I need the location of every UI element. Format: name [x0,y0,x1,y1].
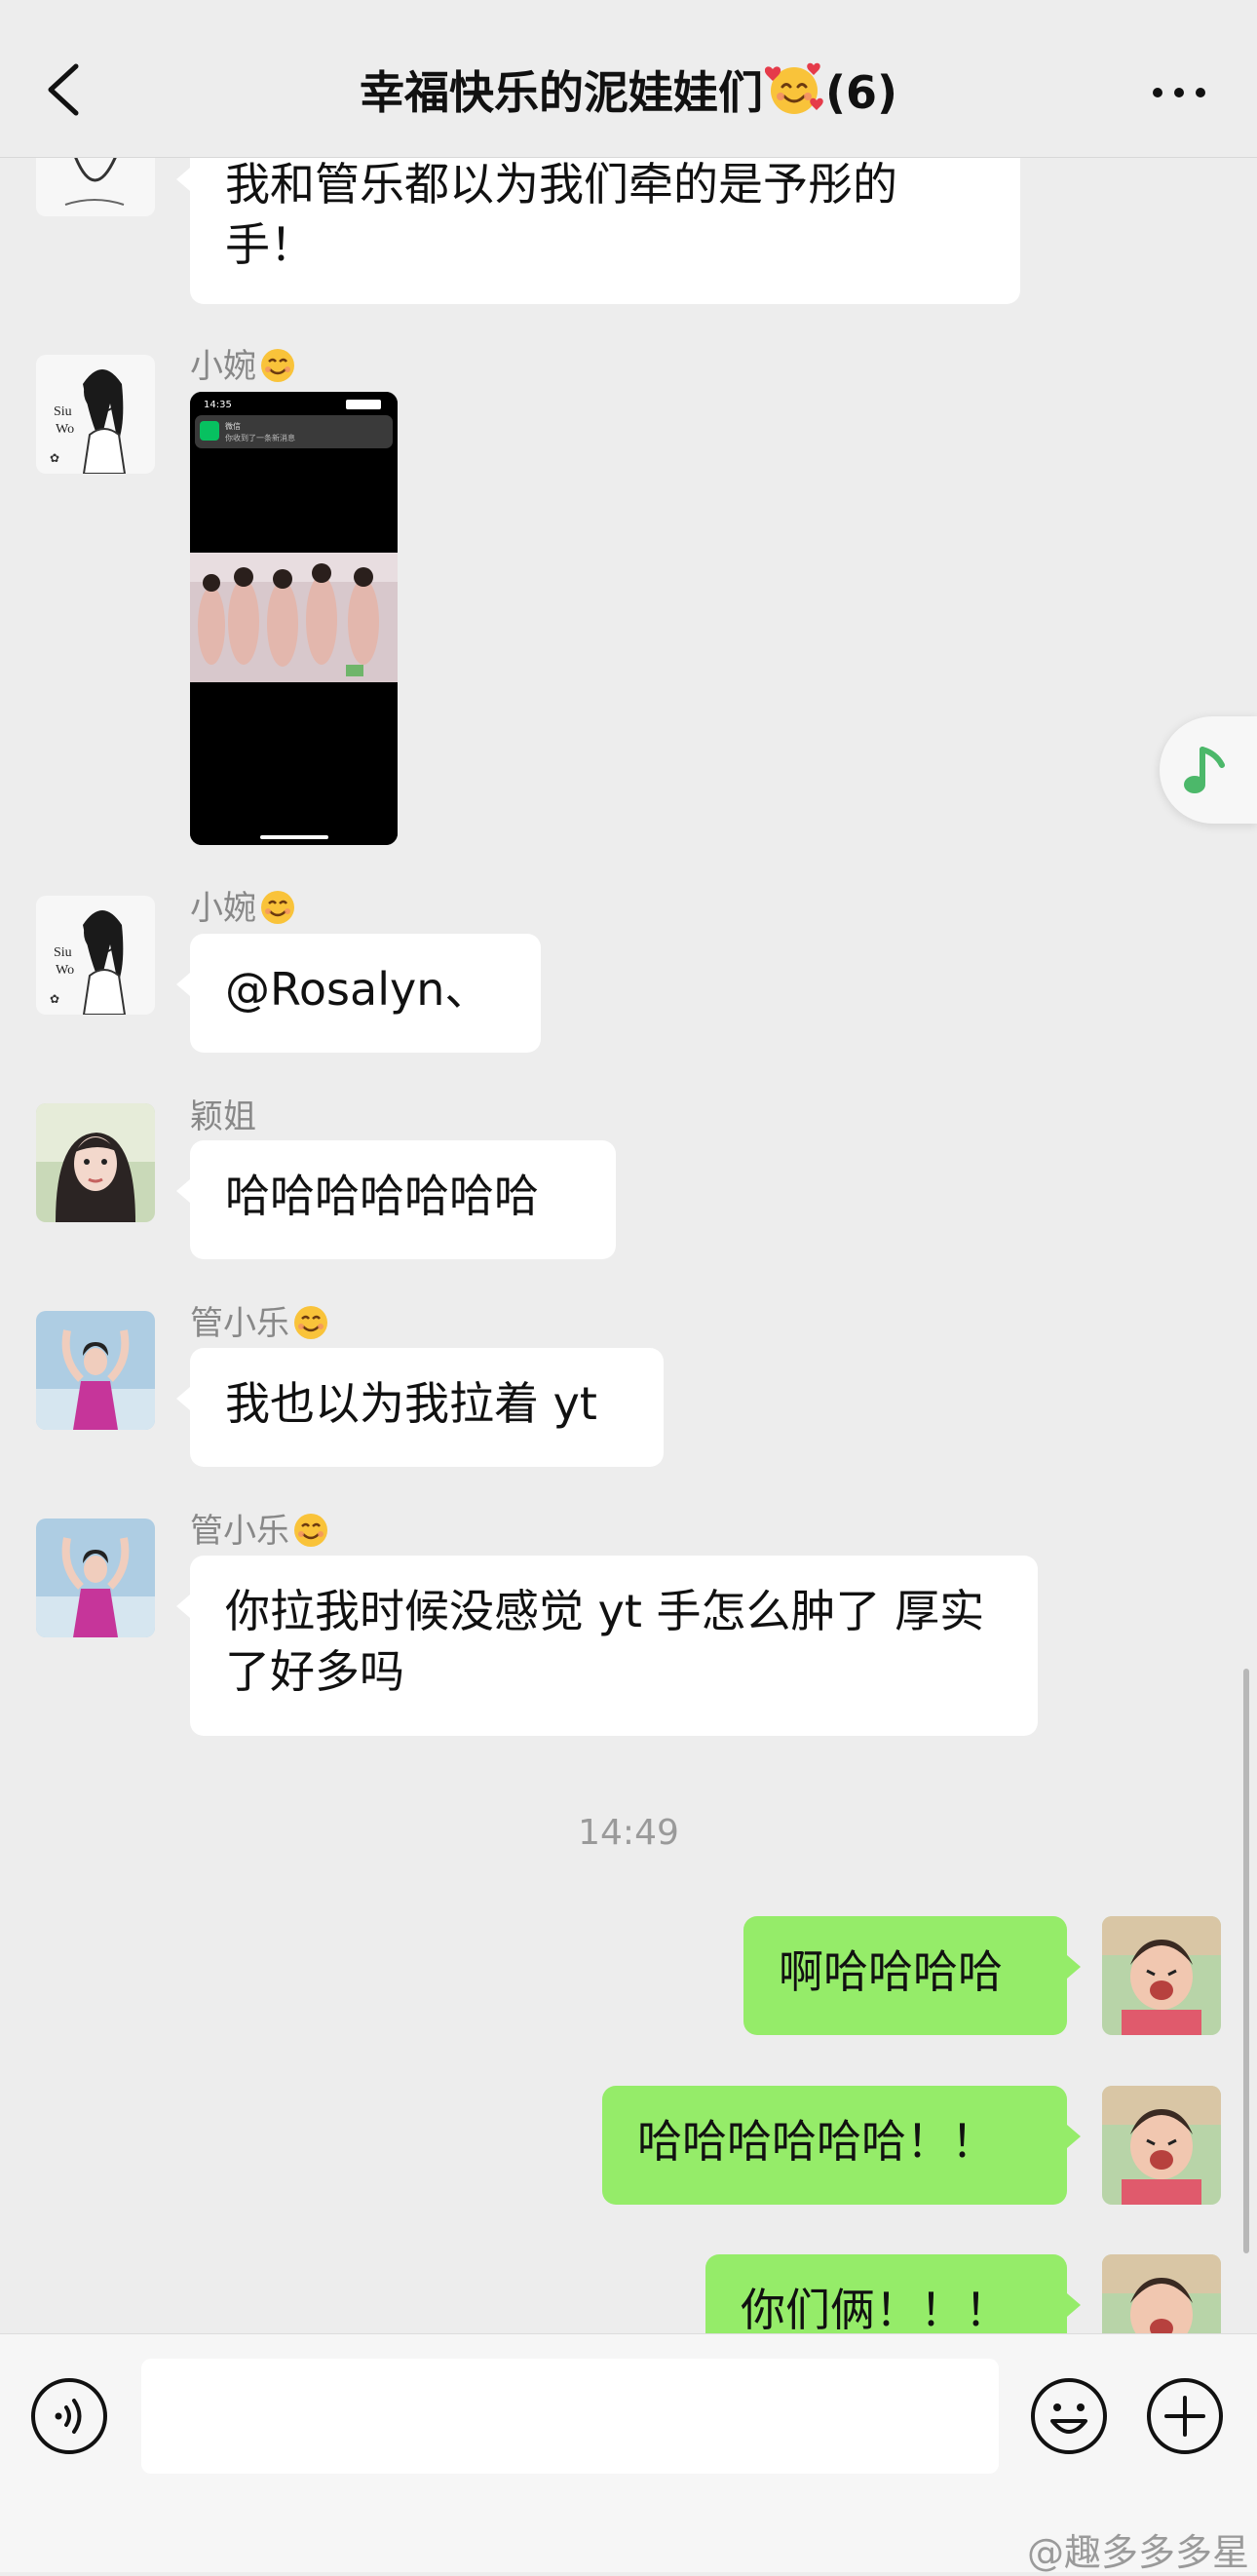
smiling-face-icon [294,1514,327,1547]
message-bubble[interactable]: 我和管乐都以为我们牵的是予彤的手！ [176,158,1020,304]
message-bubble-outgoing[interactable]: 哈哈哈哈哈哈！！ [602,2086,1081,2205]
message-input[interactable] [141,2359,999,2474]
back-button[interactable] [39,60,88,119]
voice-icon [31,2378,107,2454]
chat-title: 幸福快乐的泥娃娃们 (6) [195,58,1062,127]
more-button[interactable] [1150,78,1208,107]
avatar-illustration-icon: Siu Wo ✿ [36,896,155,1015]
chat-header: 幸福快乐的泥娃娃们 (6) [0,0,1257,158]
emoji-icon [1031,2378,1107,2454]
scrollbar[interactable] [1243,1669,1249,2253]
message-text: 你们俩！！！ [741,2284,1009,2333]
watermark: @趣多多多星 [1026,2531,1249,2574]
sender-name: 小婉 [190,339,297,387]
message-bubble-outgoing[interactable]: 啊哈哈哈哈 [743,1916,1081,2035]
message-bubble[interactable]: 哈哈哈哈哈哈哈 [176,1140,616,1259]
sender-label: 管小乐 [190,1512,289,1551]
avatar-photo-icon [36,1519,155,1637]
group-name: 幸福快乐的泥娃娃们 [359,66,763,119]
avatar[interactable] [36,1519,155,1637]
avatar[interactable] [36,158,155,216]
message-text: 哈哈哈哈哈哈！！ [637,2115,996,2168]
plus-icon [1147,2378,1223,2454]
timestamp: 14:49 [578,1813,679,1853]
self-avatar[interactable] [1102,2086,1221,2205]
thumb-status-time: 14:35 [204,400,232,410]
member-count: (6) [824,66,898,119]
message-text: 你拉我时候没感觉 yt 手怎么肿了 厚实了好多吗 [225,1585,985,1698]
smiling-face-icon [294,1306,327,1339]
smiling-face-icon [261,349,294,382]
avatar[interactable] [36,1311,155,1430]
sender-label: 小婉 [190,347,256,386]
music-float-button[interactable] [1160,716,1257,824]
chevron-left-icon [48,63,79,116]
plus-button[interactable] [1145,2376,1225,2456]
message-bubble[interactable]: @Rosalyn、 [176,934,541,1053]
message-bubble[interactable]: 我也以为我拉着 yt [176,1348,664,1467]
svg-text:✿: ✿ [50,992,59,1006]
svg-text:Wo: Wo [56,422,74,437]
image-message[interactable]: 14:35 微信 你收到了一条新消息 [190,392,398,845]
sender-label: 小婉 [190,889,256,928]
self-avatar[interactable] [1102,2254,1221,2333]
more-dots-icon [1153,88,1205,97]
sender-name: 管小乐 [190,1504,330,1552]
message-text: @Rosalyn、 [225,963,490,1016]
sender-label: 管小乐 [190,1304,289,1343]
message-text: 我和管乐都以为我们牵的是予彤的手！ [225,158,897,271]
message-text: 啊哈哈哈哈 [779,1945,1003,1998]
smiling-face-icon [261,891,294,924]
sender-name: 管小乐 [190,1296,330,1344]
avatar[interactable] [36,1103,155,1222]
sender-name: 颖姐 [190,1090,256,1137]
sender-name: 小婉 [190,881,297,929]
avatar[interactable]: Siu Wo ✿ [36,355,155,474]
avatar-photo-icon [1102,2086,1221,2205]
avatar-illustration-icon [36,158,155,216]
svg-text:Wo: Wo [56,963,74,978]
avatar-photo-icon [36,1311,155,1430]
emoji-button[interactable] [1029,2376,1109,2456]
svg-text:Siu: Siu [54,945,72,960]
svg-text:Siu: Siu [54,404,72,419]
chat-area[interactable]: 我和管乐都以为我们牵的是予彤的手！ Siu Wo ✿ 小婉 14:35 微信 你… [0,158,1257,2333]
voice-button[interactable] [29,2376,109,2456]
music-note-icon [1184,747,1225,793]
thumb-notif-app: 微信 [225,421,241,431]
message-text: 哈哈哈哈哈哈哈 [225,1170,539,1222]
avatar-photo-icon [1102,2254,1221,2333]
sender-label: 颖姐 [190,1097,256,1136]
self-avatar[interactable] [1102,1916,1221,2035]
avatar-photo-icon [36,1103,155,1222]
message-bubble[interactable]: 你拉我时候没感觉 yt 手怎么肿了 厚实了好多吗 [176,1556,1038,1736]
smiling-face-with-hearts-icon [764,62,823,114]
svg-text:✿: ✿ [50,451,59,465]
message-bubble-outgoing[interactable]: 你们俩！！！ [705,2254,1081,2333]
thumb-notif-text: 你收到了一条新消息 [225,433,295,442]
avatar-photo-icon [1102,1916,1221,2035]
message-text: 我也以为我拉着 yt [225,1377,597,1430]
image-thumbnail: 14:35 微信 你收到了一条新消息 [190,392,398,845]
avatar[interactable]: Siu Wo ✿ [36,896,155,1015]
avatar-illustration-icon: Siu Wo ✿ [36,355,155,474]
